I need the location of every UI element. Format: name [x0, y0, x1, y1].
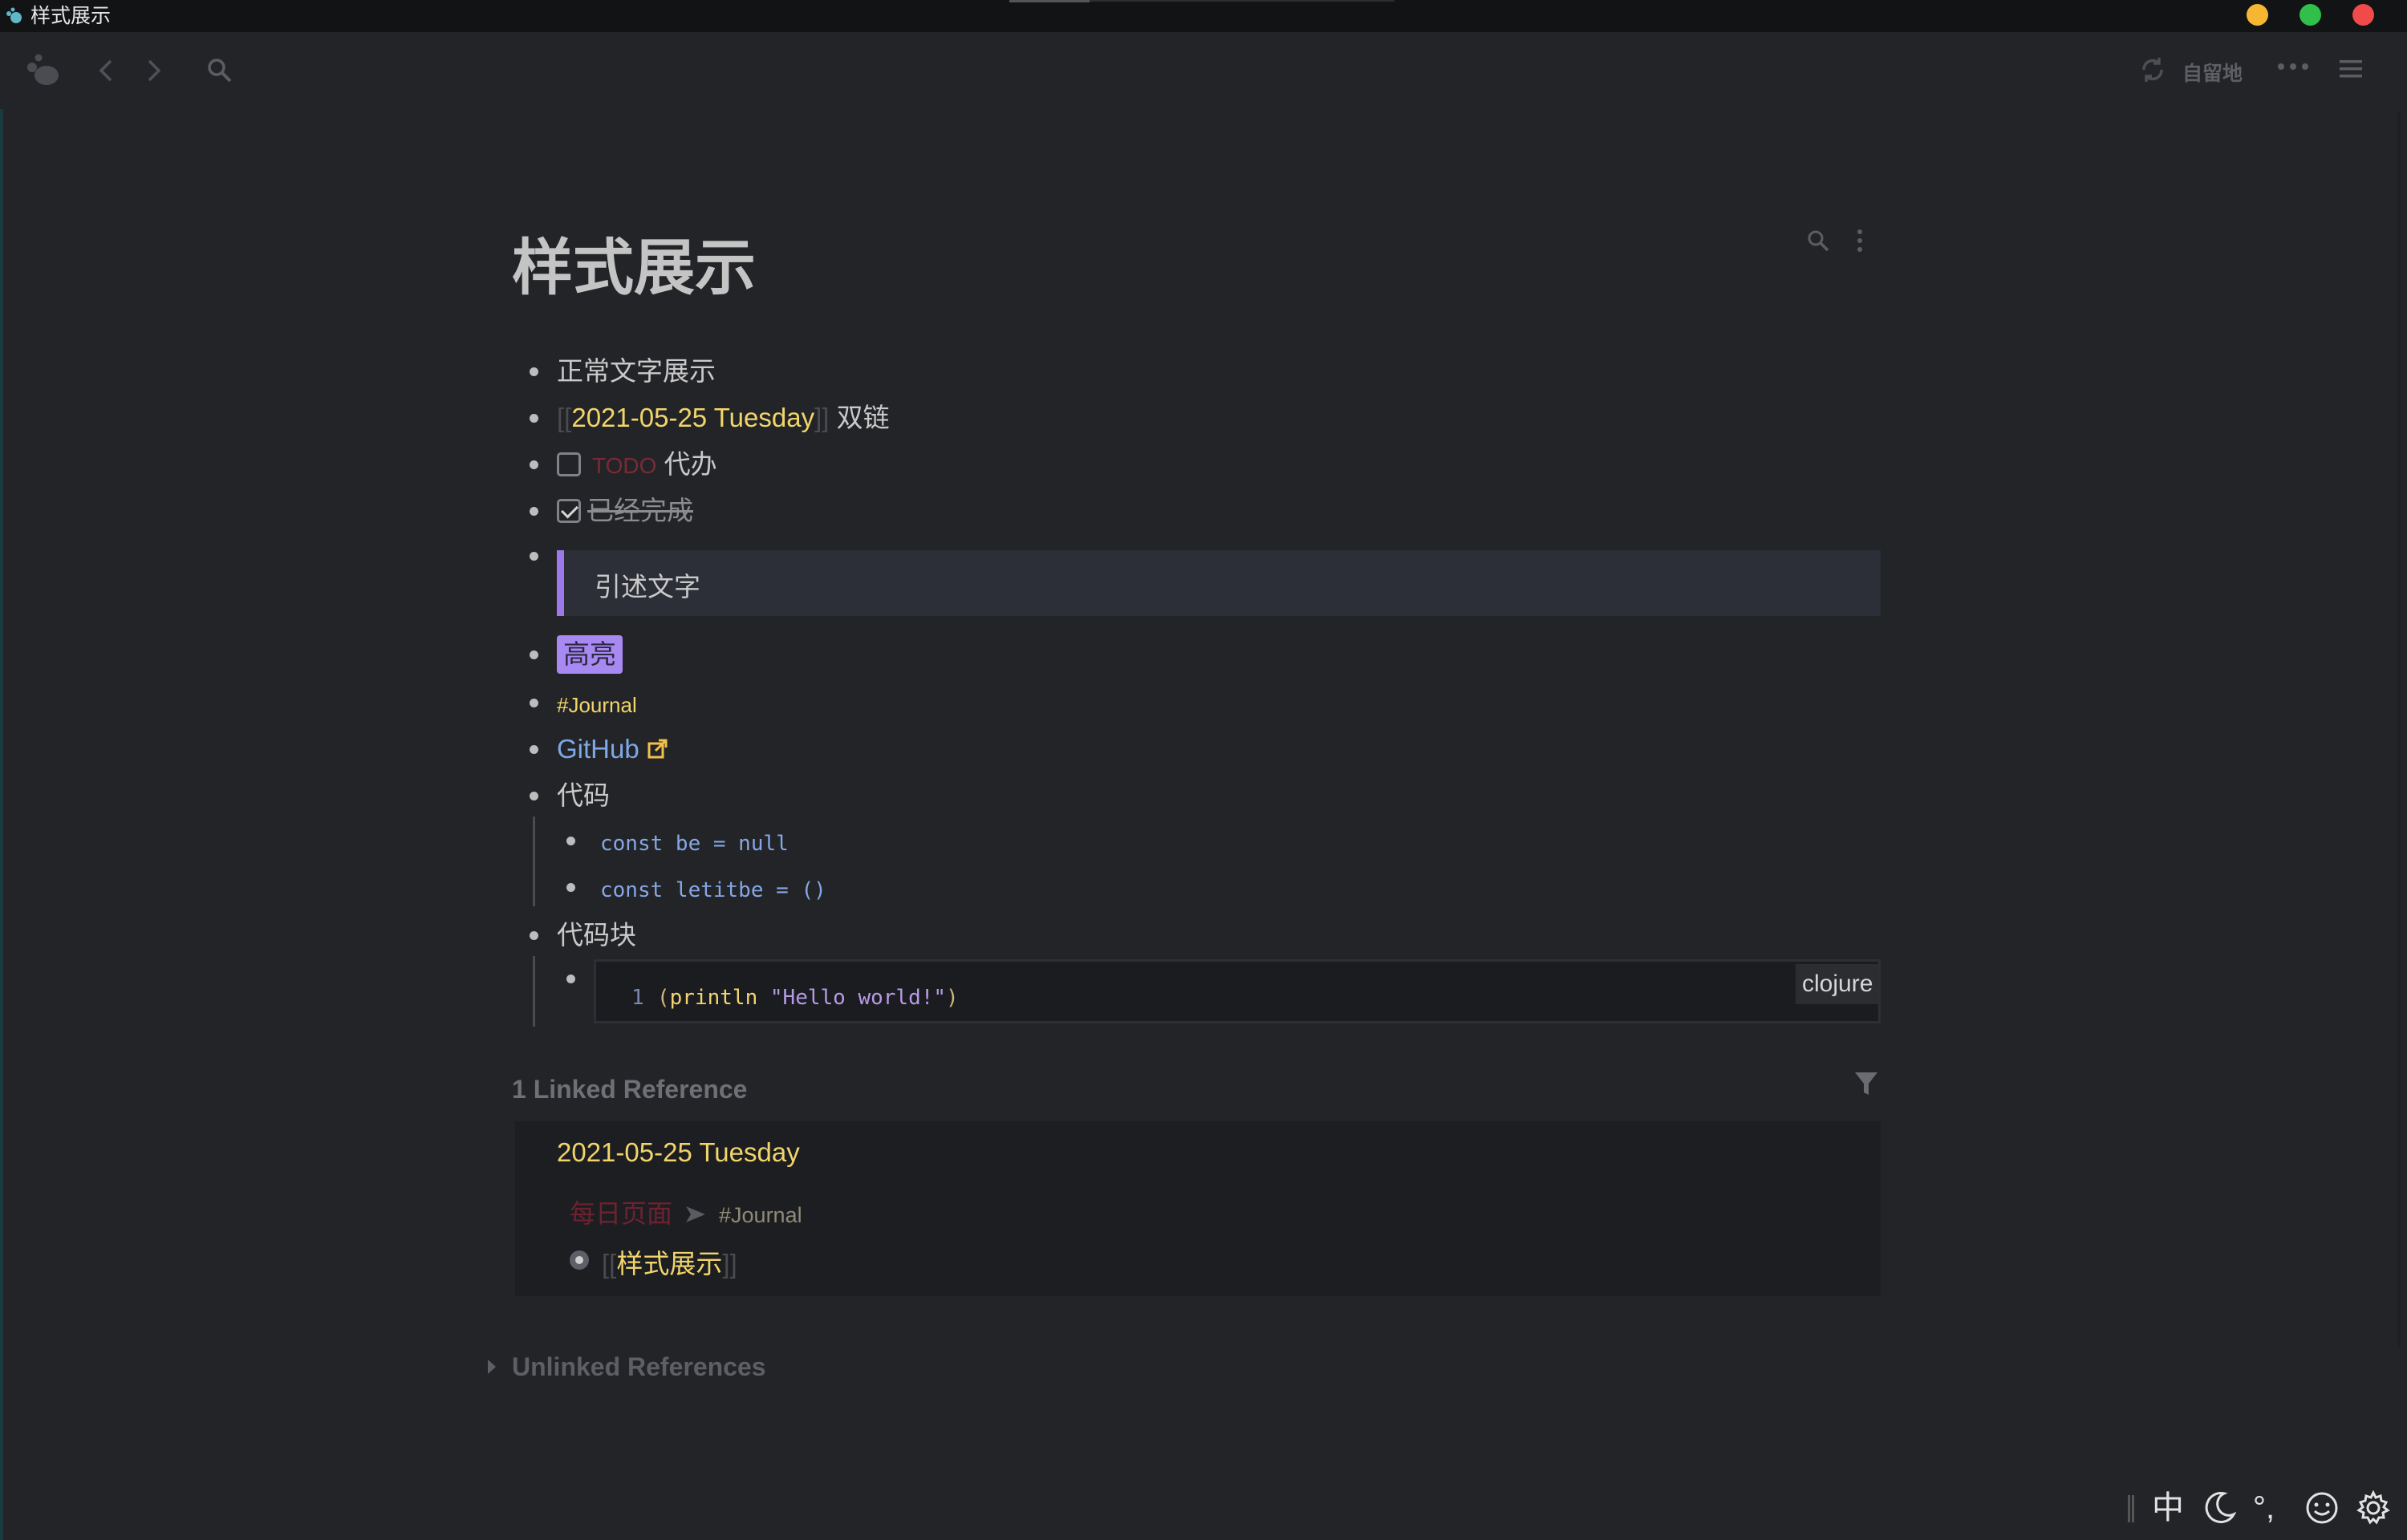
window-titlebar: 样式展示 [0, 0, 2407, 32]
inline-code: const be = null [600, 832, 789, 856]
block-bullet[interactable] [530, 931, 538, 940]
journal-tag[interactable]: #Journal [557, 693, 637, 717]
children-guide-line[interactable] [533, 956, 535, 1027]
block-bullet[interactable] [530, 552, 538, 561]
smile-icon[interactable] [2304, 1490, 2340, 1526]
block-codeblock-parent[interactable]: 代码块 [557, 918, 636, 953]
close-button[interactable] [2352, 4, 2374, 26]
ref-block[interactable]: [[样式展示]] [602, 1242, 737, 1281]
done-text: 已经完成 [587, 496, 693, 525]
block-link[interactable]: GitHub [557, 732, 668, 767]
block-tag[interactable]: #Journal [557, 686, 637, 723]
ime-punctuation[interactable]: °, [2253, 1485, 2275, 1530]
block-bullet[interactable] [566, 975, 575, 983]
breadcrumb: 每日页面 #Journal [570, 1194, 802, 1230]
github-link[interactable]: GitHub [557, 734, 639, 764]
forward-icon[interactable] [143, 56, 164, 85]
block-bullet[interactable] [530, 699, 538, 707]
children-guide-line[interactable] [533, 817, 535, 906]
moon-icon[interactable] [2202, 1490, 2237, 1526]
page-title[interactable]: 样式展示 [512, 229, 756, 309]
todo-checkbox[interactable] [557, 452, 581, 476]
block-bullet[interactable] [530, 792, 538, 800]
scrollbar[interactable] [2397, 112, 2401, 1348]
block-bullet[interactable] [530, 367, 538, 376]
filter-icon[interactable] [1853, 1070, 1879, 1097]
minimize-button[interactable] [2247, 4, 2268, 26]
linked-references-title[interactable]: 1 Linked Reference [512, 1075, 747, 1104]
tab-indicator [1009, 0, 1090, 2]
page-more-icon[interactable] [1855, 228, 1865, 253]
page-search-icon[interactable] [1805, 228, 1831, 253]
inline-code: const letitbe = () [600, 878, 826, 902]
caret-right-icon[interactable] [488, 1360, 496, 1374]
breadcrumb-tag[interactable]: #Journal [719, 1203, 802, 1227]
code-line-number: 1 [631, 986, 644, 1010]
graph-name-label[interactable]: 自留地 [2182, 58, 2243, 87]
block-bullet[interactable] [530, 460, 538, 469]
ime-handle[interactable] [2128, 1495, 2130, 1522]
blockquote[interactable]: 引述文字 [557, 550, 1881, 616]
ref-bracket-open: [[ [557, 403, 572, 432]
block-inline-code[interactable]: const be = null [600, 824, 789, 861]
done-checkbox[interactable] [557, 499, 581, 523]
search-icon[interactable] [205, 56, 234, 85]
back-icon[interactable] [96, 56, 117, 85]
code-language-label[interactable]: clojure [1796, 964, 1880, 1004]
app-toolbar [0, 32, 2407, 109]
unlinked-references-title[interactable]: Unlinked References [512, 1352, 766, 1382]
breadcrumb-arrow-icon [686, 1206, 706, 1222]
block-bullet[interactable] [530, 414, 538, 423]
tab-indicator-track [1090, 0, 1394, 2]
ref-block-bullet[interactable] [570, 1250, 589, 1270]
block-bullet[interactable] [566, 883, 575, 892]
breadcrumb-page[interactable]: 每日页面 [570, 1199, 672, 1228]
external-link-icon [647, 739, 668, 759]
todo-text: 代办 [664, 449, 717, 479]
ref-bracket-close: ]] [814, 403, 830, 432]
left-rail [0, 109, 3, 1540]
block-page-ref[interactable]: [[2021-05-25 Tuesday]] 双链 [557, 400, 890, 436]
block-inline-code[interactable]: const letitbe = () [600, 870, 826, 908]
block-bullet[interactable] [530, 745, 538, 754]
ime-mode[interactable]: 中 [2152, 1485, 2184, 1530]
block-ref-suffix: 双链 [836, 403, 890, 432]
ref-bracket-open: [[ [602, 1249, 617, 1279]
maximize-button[interactable] [2299, 4, 2321, 26]
block-done[interactable]: 已经完成 [557, 493, 693, 529]
sync-icon[interactable] [2137, 55, 2168, 85]
page-ref-link[interactable]: 2021-05-25 Tuesday [571, 403, 814, 432]
block-code-parent[interactable]: 代码 [557, 778, 610, 813]
more-icon[interactable] [2277, 61, 2309, 72]
highlight-text[interactable]: 高亮 [557, 635, 623, 674]
menu-icon[interactable] [2338, 58, 2364, 80]
ref-page-link[interactable]: 样式展示 [616, 1249, 722, 1279]
linked-page-title[interactable]: 2021-05-25 Tuesday [557, 1137, 800, 1168]
ime-handle[interactable] [2132, 1495, 2134, 1522]
code-line: (println "Hello world!") [657, 986, 959, 1010]
block-bullet[interactable] [530, 650, 538, 659]
code-block[interactable]: 1 (println "Hello world!") [594, 959, 1881, 1023]
window-title: 样式展示 [30, 5, 112, 27]
graph-logo-icon[interactable] [24, 53, 63, 88]
gear-icon[interactable] [2356, 1490, 2391, 1526]
quote-text: 引述文字 [595, 572, 700, 602]
block-bullet[interactable] [566, 837, 575, 845]
app-logo-icon [6, 7, 22, 23]
block-plain-text[interactable]: 正常文字展示 [557, 354, 716, 389]
block-bullet[interactable] [530, 507, 538, 516]
block-todo[interactable]: TODO 代办 [557, 447, 717, 484]
ref-bracket-close: ]] [722, 1249, 737, 1279]
todo-marker: TODO [592, 453, 657, 478]
